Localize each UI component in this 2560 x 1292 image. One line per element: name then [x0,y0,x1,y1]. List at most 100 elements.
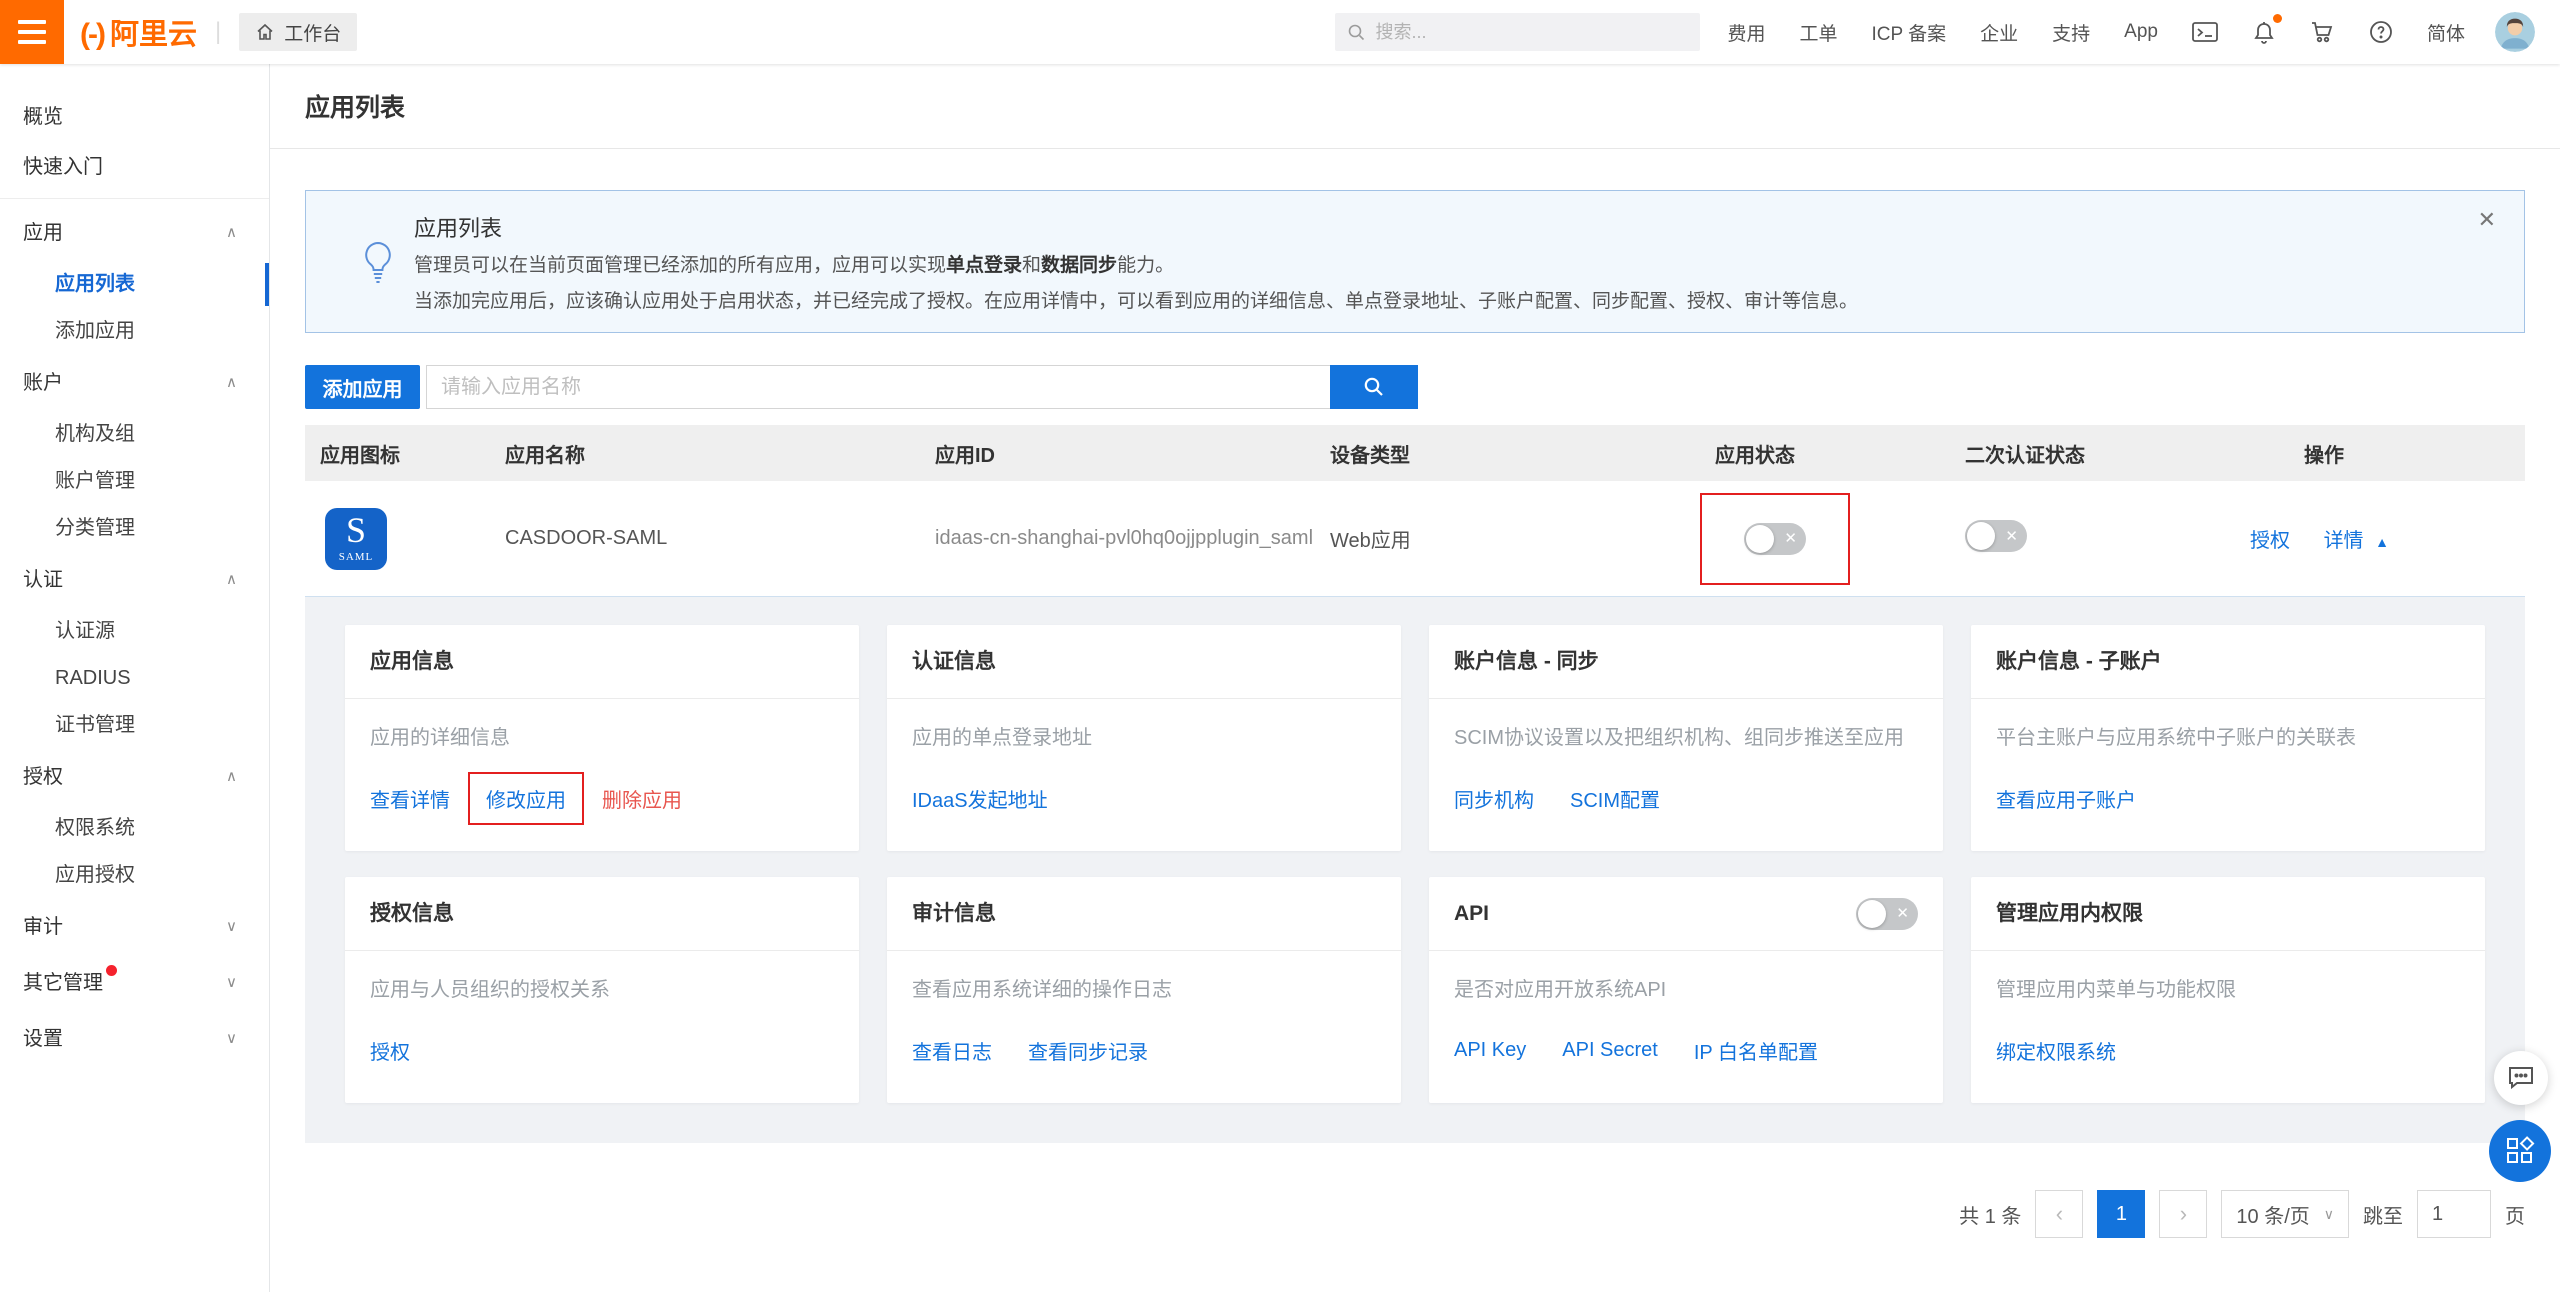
view-log-link[interactable]: 查看日志 [912,1036,992,1065]
chevron-down-icon: ∨ [226,955,237,1011]
card-audit-info: 审计信息 查看应用系统详细的操作日志 查看日志 查看同步记录 [887,877,1401,1103]
page-size-select[interactable]: 10 条/页 ∨ [2221,1190,2349,1238]
sync-org-link[interactable]: 同步机构 [1454,784,1534,813]
avatar[interactable] [2495,12,2535,52]
topbar: (-) 阿里云 | 工作台 费用 工单 ICP 备案 企业 支持 App 简体 [0,0,2560,64]
quick-apps-button[interactable] [2489,1120,2551,1182]
nav-item-ticket[interactable]: 工单 [1800,19,1838,46]
api-toggle-off[interactable]: ✕ [1856,898,1918,930]
col-app-id: 应用ID [920,439,1315,468]
card-desc: 应用的单点登录地址 [912,721,1376,750]
feedback-button[interactable] [2494,1051,2548,1105]
card-desc: 管理应用内菜单与功能权限 [1996,973,2460,1002]
app-name-search-input[interactable] [426,365,1330,409]
topbar-search[interactable] [1335,13,1700,51]
col-actions: 操作 [2240,439,2525,468]
col-app-name: 应用名称 [490,439,920,468]
sidebar-group-other-mgmt[interactable]: 其它管理 ∨ [0,955,269,1011]
sidebar-item-category-mgmt[interactable]: 分类管理 [0,505,269,552]
modify-app-link[interactable]: 修改应用 [468,772,584,825]
sidebar-group-authorization[interactable]: 授权 ∧ [0,749,269,805]
menu-icon[interactable] [0,0,64,64]
lightbulb-icon [361,241,395,285]
nav-item-enterprise[interactable]: 企业 [1980,19,2018,46]
sidebar-group-application[interactable]: 应用 ∧ [0,205,269,261]
red-dot-badge [106,965,117,976]
delete-app-link[interactable]: 删除应用 [602,784,682,813]
authorize-link[interactable]: 授权 [370,1036,410,1065]
toggle-off-icon: ✕ [1896,877,1909,951]
nav-item-app[interactable]: App [2124,21,2158,43]
scim-config-link[interactable]: SCIM配置 [1570,784,1660,813]
card-account-sync: 账户信息 - 同步 SCIM协议设置以及把组织机构、组同步推送至应用 同步机构 … [1429,625,1943,851]
logo-bracket-icon: (-) [80,18,104,52]
sidebar-item-overview[interactable]: 概览 [0,92,269,142]
red-annotation-box: ✕ [1700,493,1850,585]
api-secret-link[interactable]: API Secret [1562,1039,1658,1062]
workbench-button[interactable]: 工作台 [239,13,357,51]
device-type-cell: Web应用 [1315,524,1700,553]
sidebar-item-account-mgmt[interactable]: 账户管理 [0,458,269,505]
ip-whitelist-link[interactable]: IP 白名单配置 [1694,1036,1818,1065]
app-status-cell: ✕ [1700,493,1950,585]
bell-icon[interactable] [2252,20,2276,45]
add-app-button[interactable]: 添加应用 [305,365,420,409]
sidebar-item-permission-system[interactable]: 权限系统 [0,805,269,852]
bind-permission-system-link[interactable]: 绑定权限系统 [1996,1036,2116,1065]
col-app-status: 应用状态 [1700,439,1950,468]
authorize-link[interactable]: 授权 [2250,530,2290,552]
chevron-down-icon: ∨ [2324,1206,2334,1223]
search-button[interactable] [1330,365,1418,409]
sidebar-item-add-app[interactable]: 添加应用 [0,308,269,355]
sidebar-item-cert-mgmt[interactable]: 证书管理 [0,702,269,749]
apps-grid-icon [2505,1136,2535,1166]
topbar-divider: | [215,18,221,46]
api-key-link[interactable]: API Key [1454,1039,1526,1062]
sidebar-item-auth-source[interactable]: 认证源 [0,608,269,655]
sidebar-item-org-group[interactable]: 机构及组 [0,411,269,458]
terminal-icon[interactable] [2192,21,2218,43]
alibaba-cloud-logo[interactable]: (-) 阿里云 [80,11,197,53]
card-title: 账户信息 - 子账户 [1971,625,2485,699]
app-icon-cell: S SAML [305,508,490,570]
card-title: 授权信息 [345,877,859,951]
col-app-icon: 应用图标 [305,439,490,468]
cart-icon[interactable] [2310,20,2335,44]
home-icon [255,22,275,42]
card-desc: 应用的详细信息 [370,721,834,750]
view-detail-link[interactable]: 查看详情 [370,784,450,813]
help-icon[interactable] [2369,20,2393,44]
view-sync-record-link[interactable]: 查看同步记录 [1028,1036,1148,1065]
detail-link[interactable]: 详情 [2324,530,2364,552]
prev-page-button[interactable]: ‹ [2035,1190,2083,1238]
next-page-button[interactable]: › [2159,1190,2207,1238]
close-icon[interactable]: ✕ [2478,207,2496,233]
sidebar-item-app-list[interactable]: 应用列表 [0,261,269,308]
topbar-search-input[interactable] [1376,22,1666,43]
card-api: API ✕ 是否对应用开放系统API API Key API Secret IP… [1429,877,1943,1103]
sidebar-item-quickstart[interactable]: 快速入门 [0,142,269,192]
banner-text: 应用列表 管理员可以在当前页面管理已经添加的所有应用，应用可以实现单点登录和数据… [306,191,2524,315]
current-page[interactable]: 1 [2097,1190,2145,1238]
card-title: 账户信息 - 同步 [1429,625,1943,699]
card-in-app-permission: 管理应用内权限 管理应用内菜单与功能权限 绑定权限系统 [1971,877,2485,1103]
nav-item-billing[interactable]: 费用 [1728,19,1766,46]
col-device-type: 设备类型 [1315,439,1700,468]
sidebar-item-app-authorization[interactable]: 应用授权 [0,852,269,899]
sidebar-group-audit[interactable]: 审计 ∨ [0,899,269,955]
sidebar-group-settings[interactable]: 设置 ∨ [0,1011,269,1067]
locale-switcher[interactable]: 简体 [2427,19,2465,46]
mfa-status-toggle-off[interactable]: ✕ [1965,520,2027,552]
sidebar-group-account[interactable]: 账户 ∧ [0,355,269,411]
jump-page-input[interactable] [2417,1190,2491,1238]
sidebar-item-radius[interactable]: RADIUS [0,655,269,702]
idaas-sso-link[interactable]: IDaaS发起地址 [912,784,1048,813]
nav-item-support[interactable]: 支持 [2052,19,2090,46]
page-header: 应用列表 [270,64,2560,149]
app-status-toggle-off[interactable]: ✕ [1744,523,1806,555]
sidebar-group-authentication[interactable]: 认证 ∧ [0,552,269,608]
card-title: 管理应用内权限 [1971,877,2485,951]
view-sub-account-link[interactable]: 查看应用子账户 [1996,784,2136,813]
main-area: 应用列表 应用列表 管理员可以在当前页面管理已经添加的所有应用，应用可以实现单点… [270,64,2560,1292]
nav-item-icp[interactable]: ICP 备案 [1872,19,1947,46]
